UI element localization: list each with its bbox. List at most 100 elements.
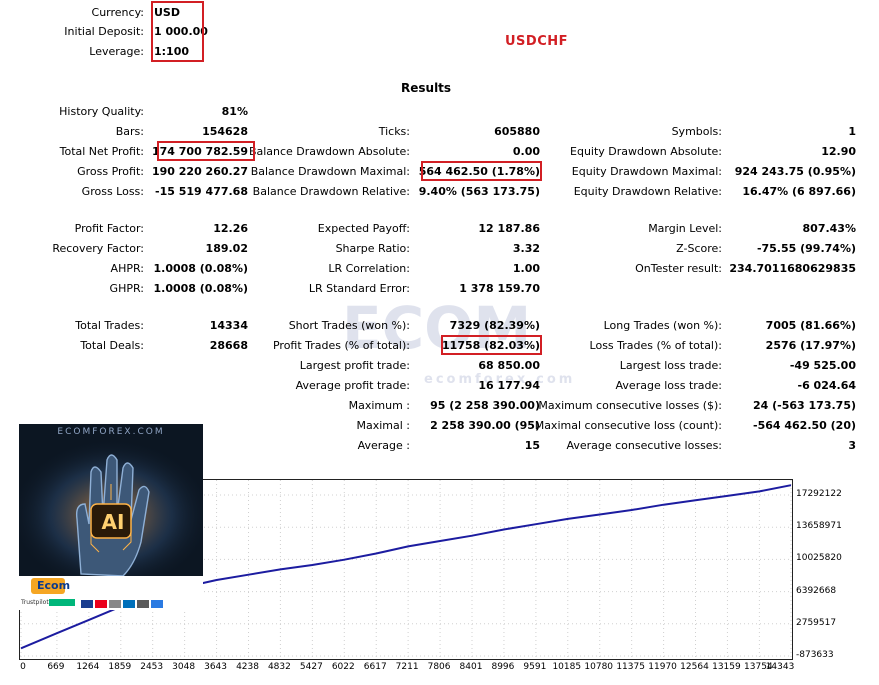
x-tick-label: 6617 <box>363 662 387 672</box>
net-profit-highlight <box>157 141 255 161</box>
stat-value: 190 220 260.27 <box>151 165 248 178</box>
stat-value: -49 525.00 <box>789 359 856 372</box>
y-tick-label: 10025820 <box>796 553 842 564</box>
stat-label: Average : <box>357 439 410 452</box>
stat-value: 807.43% <box>802 222 856 235</box>
stat-label: AHPR: <box>110 262 144 275</box>
x-tick-label: 5427 <box>299 662 323 672</box>
x-tick-label: 3048 <box>172 662 196 672</box>
stat-label: Maximal : <box>356 419 410 432</box>
results-title: Results <box>401 81 452 95</box>
stat-label: Recovery Factor: <box>52 242 144 255</box>
stat-value: 1 <box>848 125 856 138</box>
stat-label: Profit Factor: <box>74 222 144 235</box>
stat-value: 7329 (82.39%) <box>449 319 540 332</box>
stat-label: Average loss trade: <box>615 379 722 392</box>
stat-label: Gross Loss: <box>81 185 144 198</box>
stat-label: Largest loss trade: <box>619 359 722 372</box>
profit-trades-highlight <box>441 335 542 355</box>
stat-value: 234.7011680629835 <box>729 262 856 275</box>
header-highlight-box <box>151 1 204 62</box>
x-tick-label: 13159 <box>712 662 741 672</box>
stat-value: 1.00 <box>512 262 540 275</box>
stat-label: Gross Profit: <box>77 165 144 178</box>
y-tick-label: 6392668 <box>796 585 837 596</box>
stat-value: 924 243.75 (0.95%) <box>734 165 856 178</box>
x-tick-label: 4832 <box>267 662 291 672</box>
stat-label: LR Correlation: <box>328 262 410 275</box>
stat-label: Largest profit trade: <box>299 359 410 372</box>
trustpilot-label: Trustpilot <box>21 599 49 606</box>
stat-label: History Quality: <box>59 105 144 118</box>
stat-label: Equity Drawdown Relative: <box>573 185 722 198</box>
y-tick-label: 17292122 <box>796 489 842 500</box>
y-tick-label: -873633 <box>796 650 834 660</box>
stat-label: Bars: <box>115 125 144 138</box>
stat-value: -15 519 477.68 <box>155 185 248 198</box>
stat-value: 81% <box>221 105 248 118</box>
stat-label: Average profit trade: <box>295 379 410 392</box>
promo-image: ECOMFOREX.COM AI Ecom Trustpilot <box>19 424 203 610</box>
stat-value: 1 378 159.70 <box>459 282 540 295</box>
stat-label: Total Trades: <box>75 319 144 332</box>
stat-value: 12.90 <box>821 145 856 158</box>
symbol-title: USDCHF <box>505 34 569 49</box>
stat-label: Balance Drawdown Absolute: <box>248 145 410 158</box>
stat-label: Expected Payoff: <box>317 222 410 235</box>
stat-label: GHPR: <box>109 282 144 295</box>
x-tick-label: 10185 <box>552 662 582 672</box>
x-tick-label: 8401 <box>459 662 483 672</box>
x-tick-label: 7806 <box>427 662 451 672</box>
x-tick-label: 12564 <box>680 662 709 672</box>
stat-label: Long Trades (won %): <box>603 319 722 332</box>
stat-label: Ticks: <box>378 125 410 138</box>
stat-value: -6 024.64 <box>797 379 857 392</box>
x-tick-label: 11375 <box>616 662 645 672</box>
stat-label: LR Standard Error: <box>308 282 410 295</box>
x-tick-label: 9591 <box>523 662 547 672</box>
stat-value: 28668 <box>209 339 248 352</box>
stat-value: 24 (-563 173.75) <box>753 399 856 412</box>
stat-value: 3 <box>848 439 856 452</box>
stat-value: 95 (2 258 390.00) <box>430 399 540 412</box>
stat-label: Equity Drawdown Absolute: <box>570 145 722 158</box>
stat-value: 189.02 <box>205 242 248 255</box>
stat-label: Short Trades (won %): <box>288 319 410 332</box>
stat-value: 16 177.94 <box>478 379 540 392</box>
stat-label: Total Net Profit: <box>59 145 144 158</box>
stat-value: 2 258 390.00 (95) <box>430 419 540 432</box>
stat-label: Z-Score: <box>676 242 722 255</box>
stat-label: Maximum consecutive losses ($): <box>538 399 722 412</box>
payment-icons <box>81 598 163 610</box>
stat-label: Balance Drawdown Maximal: <box>250 165 410 178</box>
x-tick-label: 1264 <box>76 662 100 672</box>
stat-label: Maximum : <box>348 399 410 412</box>
stat-label: Balance Drawdown Relative: <box>252 185 410 198</box>
promo-ai-badge: AI <box>101 510 125 534</box>
x-tick-label: 14343 <box>765 662 795 672</box>
stat-label: Profit Trades (% of total): <box>272 339 410 352</box>
stat-label: Maximal consecutive loss (count): <box>534 419 722 432</box>
x-tick-label: 6022 <box>331 662 355 672</box>
stat-label: Equity Drawdown Maximal: <box>571 165 722 178</box>
stat-value: 154628 <box>202 125 248 138</box>
leverage-label: Leverage: <box>89 45 144 58</box>
stat-value: 2576 (17.97%) <box>765 339 856 352</box>
stat-value: 16.47% (6 897.66) <box>742 185 856 198</box>
x-tick-label: 1859 <box>108 662 132 672</box>
stat-label: Margin Level: <box>648 222 722 235</box>
currency-label: Currency: <box>91 6 144 19</box>
stat-value: 14334 <box>209 319 248 332</box>
x-tick-label: 0 <box>20 662 26 672</box>
stat-value: 7005 (81.66%) <box>765 319 856 332</box>
x-tick-label: 10780 <box>584 662 614 672</box>
y-tick-label: 2759517 <box>796 617 837 628</box>
balance-dd-highlight <box>421 161 542 181</box>
stat-value: 9.40% (563 173.75) <box>418 185 540 198</box>
x-tick-label: 669 <box>47 662 65 672</box>
stat-label: Loss Trades (% of total): <box>589 339 722 352</box>
stat-label: Symbols: <box>671 125 722 138</box>
stat-value: 1.0008 (0.08%) <box>153 282 249 295</box>
x-tick-label: 2453 <box>140 662 164 672</box>
deposit-label: Initial Deposit: <box>64 25 144 38</box>
